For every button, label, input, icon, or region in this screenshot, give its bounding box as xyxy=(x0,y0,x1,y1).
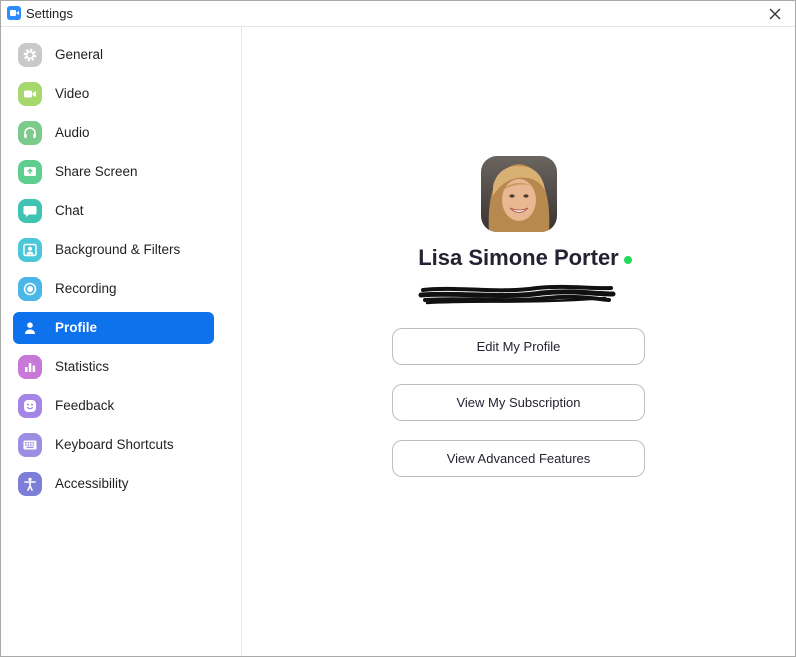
record-icon xyxy=(18,277,42,301)
close-button[interactable] xyxy=(755,1,795,26)
sidebar-item-keyboard-shortcuts[interactable]: Keyboard Shortcuts xyxy=(13,429,214,461)
sidebar-item-label: Profile xyxy=(55,320,98,335)
sidebar-item-chat[interactable]: Chat xyxy=(13,195,214,227)
sidebar-item-label: Video xyxy=(55,86,90,101)
sidebar-item-profile[interactable]: Profile xyxy=(13,312,214,344)
view-subscription-button[interactable]: View My Subscription xyxy=(392,384,645,421)
sidebar-item-label: Accessibility xyxy=(55,476,129,491)
headphones-icon xyxy=(18,121,42,145)
chat-bubble-icon xyxy=(18,199,42,223)
keyboard-icon xyxy=(18,433,42,457)
profile-panel: Lisa Simone Porter Edit My Profile View … xyxy=(242,27,795,656)
background-person-icon xyxy=(18,238,42,262)
sidebar-item-general[interactable]: General xyxy=(13,39,214,71)
sidebar-item-label: General xyxy=(55,47,104,62)
sidebar-item-share-screen[interactable]: Share Screen xyxy=(13,156,214,188)
sidebar-item-label: Share Screen xyxy=(55,164,138,179)
video-camera-icon xyxy=(18,82,42,106)
profile-name: Lisa Simone Porter xyxy=(418,245,619,270)
sidebar-item-video[interactable]: Video xyxy=(13,78,214,110)
person-icon xyxy=(18,316,42,340)
view-advanced-features-button[interactable]: View Advanced Features xyxy=(392,440,645,477)
zoom-app-icon xyxy=(7,6,21,20)
sidebar-item-accessibility[interactable]: Accessibility xyxy=(13,468,214,500)
sidebar-item-label: Recording xyxy=(55,281,117,296)
sidebar-item-label: Chat xyxy=(55,203,84,218)
sidebar-item-label: Feedback xyxy=(55,398,115,413)
avatar[interactable] xyxy=(481,156,557,232)
sidebar-item-statistics[interactable]: Statistics xyxy=(13,351,214,383)
sidebar-item-label: Audio xyxy=(55,125,90,140)
settings-window: Settings General Video Audio Share Scree… xyxy=(0,0,796,657)
sidebar-item-label: Keyboard Shortcuts xyxy=(55,437,174,452)
share-screen-icon xyxy=(18,160,42,184)
edit-profile-button[interactable]: Edit My Profile xyxy=(392,328,645,365)
accessibility-icon xyxy=(18,472,42,496)
sidebar-item-background-filters[interactable]: Background & Filters xyxy=(13,234,214,266)
window-title: Settings xyxy=(26,6,73,21)
bar-chart-icon xyxy=(18,355,42,379)
sidebar-item-label: Statistics xyxy=(55,359,110,374)
online-status-dot xyxy=(624,256,632,264)
settings-sidebar: General Video Audio Share Screen Chat Ba… xyxy=(1,27,242,656)
redacted-scribble xyxy=(418,284,616,305)
sidebar-item-recording[interactable]: Recording xyxy=(13,273,214,305)
sidebar-item-audio[interactable]: Audio xyxy=(13,117,214,149)
sidebar-item-feedback[interactable]: Feedback xyxy=(13,390,214,422)
title-bar: Settings xyxy=(1,1,795,27)
close-icon xyxy=(769,8,781,19)
profile-photo-icon xyxy=(481,156,557,232)
smiley-icon xyxy=(18,394,42,418)
sidebar-item-label: Background & Filters xyxy=(55,242,181,257)
gear-icon xyxy=(18,43,42,67)
